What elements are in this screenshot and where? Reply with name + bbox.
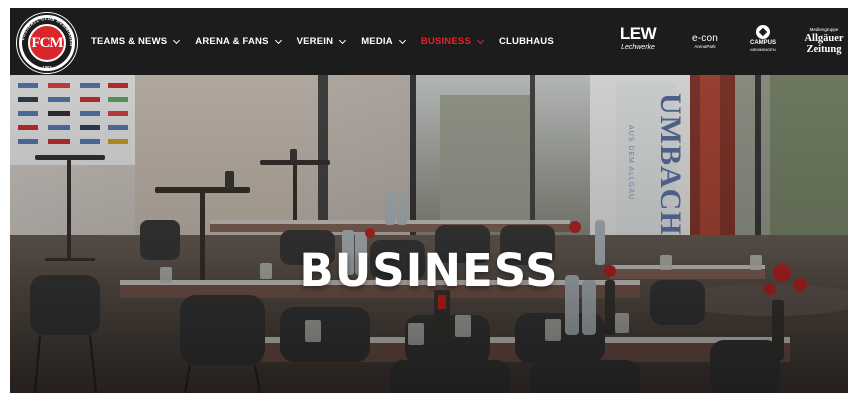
sponsor-campus-name: CAMPUS xyxy=(749,40,776,46)
nav-clubhaus[interactable]: CLUBHAUS xyxy=(499,36,554,47)
sponsor-lew-sub: Lechwerke xyxy=(621,44,655,51)
sponsor-econ-logo[interactable]: e-con ArenaPark xyxy=(683,34,727,50)
nav-business[interactable]: BUSINESS xyxy=(420,36,485,47)
chevron-down-icon xyxy=(398,36,406,44)
chevron-down-icon xyxy=(476,36,485,44)
chevron-down-icon xyxy=(173,36,181,44)
nav-clubhaus-label: CLUBHAUS xyxy=(498,36,554,47)
chevron-down-icon xyxy=(339,36,347,44)
sponsor-lew-name: LEW xyxy=(619,24,657,43)
nav-arena-fans-label: ARENA & FANS xyxy=(195,36,269,47)
page-frame: FUSSBALL-CLUB MEMMINGEN 1907 FCM TEAMS &… xyxy=(10,8,848,393)
football-icon xyxy=(756,25,770,39)
hero-photo-conference-room: UMBACH AUS DEM ALLGÄU xyxy=(10,75,848,393)
sponsor-econ-sub: ArenaPark xyxy=(694,44,716,49)
sponsor-econ-name: e-con xyxy=(691,33,718,44)
nav-media[interactable]: MEDIA xyxy=(361,36,406,47)
hero-title: BUSINESS xyxy=(299,244,559,297)
nav-verein[interactable]: VEREIN xyxy=(296,36,347,47)
banner-subtext: AUS DEM ALLGÄU xyxy=(627,125,635,200)
main-navbar: FUSSBALL-CLUB MEMMINGEN 1907 FCM TEAMS &… xyxy=(10,8,848,75)
banner-text: UMBACH xyxy=(654,93,687,236)
nav-verein-label: VEREIN xyxy=(296,36,334,47)
nav-media-label: MEDIA xyxy=(361,36,393,47)
nav-arena-fans[interactable]: ARENA & FANS xyxy=(195,36,282,47)
hero-banner: UMBACH AUS DEM ALLGÄU BUSINESS xyxy=(10,75,848,393)
sponsor-allgaeuer-name-1: Allgäuer xyxy=(804,33,844,44)
club-logo[interactable]: FUSSBALL-CLUB MEMMINGEN 1907 FCM xyxy=(17,13,77,73)
sponsor-allgaeuer-name-2: Zeitung xyxy=(806,44,842,55)
main-menu: TEAMS & NEWS ARENA & FANS VEREIN MEDIA B… xyxy=(91,8,570,75)
nav-business-label: BUSINESS xyxy=(420,36,471,47)
logo-year: 1907 xyxy=(43,65,53,70)
chevron-down-icon xyxy=(274,36,282,44)
logo-initials: FCM xyxy=(28,24,66,62)
sponsor-campus-sub: MEMMINGEN xyxy=(750,47,776,52)
sponsor-campus-logo[interactable]: CAMPUS MEMMINGEN xyxy=(746,25,780,52)
nav-teams-news[interactable]: TEAMS & NEWS xyxy=(91,36,181,47)
sponsor-allgaeuer-logo[interactable]: Mediengruppe Allgäuer Zeitung xyxy=(802,27,846,55)
nav-teams-news-label: TEAMS & NEWS xyxy=(91,36,168,47)
sponsor-lew-logo[interactable]: LEW Lechwerke xyxy=(618,25,658,52)
